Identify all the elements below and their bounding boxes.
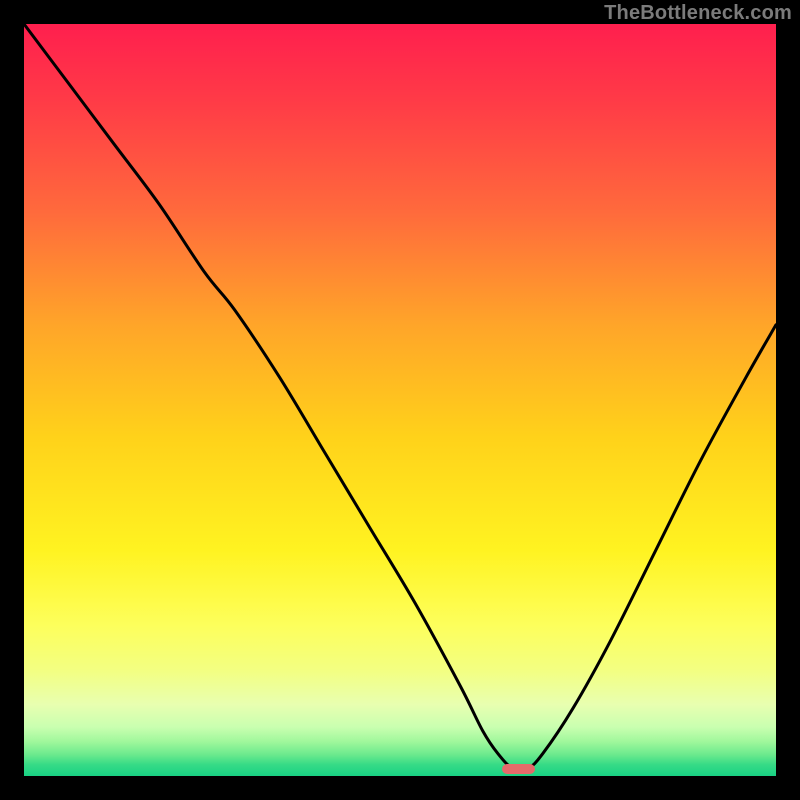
outer-frame: TheBottleneck.com	[0, 0, 800, 800]
curve-layer	[24, 24, 776, 776]
optimal-marker	[502, 764, 536, 774]
plot-area	[24, 24, 776, 776]
bottleneck-curve-path	[24, 24, 776, 770]
watermark-text: TheBottleneck.com	[604, 2, 792, 25]
